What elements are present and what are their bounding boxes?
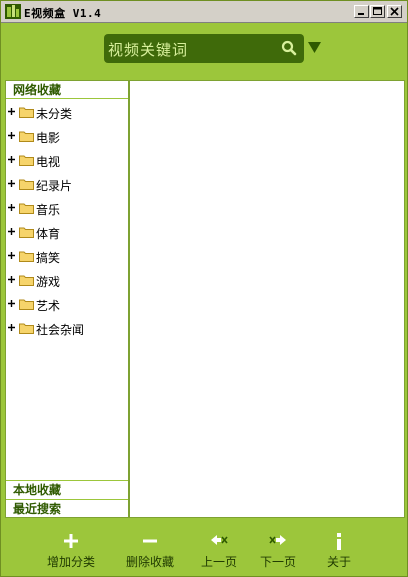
tree-item-uncategorized[interactable]: 未分类	[8, 103, 126, 121]
folder-icon	[19, 179, 34, 190]
expand-plus-icon[interactable]	[8, 324, 15, 331]
tree-item-label: 社会杂闻	[36, 323, 85, 337]
folder-icon	[19, 299, 34, 310]
add-category-button[interactable]: 增加分类	[41, 531, 101, 573]
delete-favorite-button[interactable]: 删除收藏	[120, 531, 180, 573]
arrow-left-icon	[211, 535, 228, 545]
delete-favorite-label: 删除收藏	[125, 555, 174, 569]
about-label: 关于	[326, 555, 351, 569]
folder-icon	[19, 107, 34, 118]
minimize-button[interactable]	[354, 5, 369, 18]
tree-item-art[interactable]: 艺术	[8, 295, 126, 313]
expand-plus-icon[interactable]	[8, 228, 15, 235]
search-dropdown-arrow-icon[interactable]	[308, 42, 321, 56]
prev-page-button[interactable]: 上一页	[196, 531, 242, 573]
folder-icon	[19, 131, 34, 142]
tree-item-tv[interactable]: 电视	[8, 151, 126, 169]
tab-local-favorites[interactable]: 本地收藏	[6, 480, 128, 498]
search-input[interactable]: 视频关键词	[104, 34, 304, 63]
video-list-pane[interactable]	[129, 80, 405, 518]
tree-item-sports[interactable]: 体育	[8, 223, 126, 241]
folder-icon	[19, 227, 34, 238]
tree-item-label: 艺术	[36, 299, 61, 313]
tree-item-games[interactable]: 游戏	[8, 271, 126, 289]
expand-plus-icon[interactable]	[8, 132, 15, 139]
about-button[interactable]: 关于	[321, 531, 357, 573]
tree-item-documentary[interactable]: 纪录片	[8, 175, 126, 193]
window-title: E视频盒 V1.4	[24, 7, 102, 20]
tab-network-favorites[interactable]: 网络收藏	[6, 81, 128, 99]
title-bar[interactable]: E视频盒 V1.4	[1, 1, 407, 23]
expand-plus-icon[interactable]	[8, 300, 15, 307]
maximize-icon	[373, 7, 382, 15]
tree-item-label: 纪录片	[36, 179, 73, 193]
minimize-icon	[358, 13, 364, 15]
tree-item-movies[interactable]: 电影	[8, 127, 126, 145]
tree-item-social-news[interactable]: 社会杂闻	[8, 319, 126, 337]
app-logo-icon	[5, 4, 21, 19]
maximize-button[interactable]	[370, 5, 385, 18]
next-page-label: 下一页	[259, 555, 296, 569]
plus-icon	[64, 534, 78, 548]
sidebar: 网络收藏 未分类 电影 电视 纪录片 音乐 体育 搞笑 游戏 艺术 社会杂闻 本…	[5, 80, 129, 518]
close-button[interactable]	[387, 5, 402, 18]
search-placeholder: 视频关键词	[108, 41, 189, 59]
expand-plus-icon[interactable]	[8, 204, 15, 211]
tree-item-label: 游戏	[36, 275, 61, 289]
folder-icon	[19, 275, 34, 286]
app-window: E视频盒 V1.4 视频关键词 网络收藏 未分类 电影 电视 纪录片 音乐 体育…	[0, 0, 408, 577]
tree-item-label: 电影	[36, 131, 61, 145]
tree-item-music[interactable]: 音乐	[8, 199, 126, 217]
expand-plus-icon[interactable]	[8, 252, 15, 259]
expand-plus-icon[interactable]	[8, 276, 15, 283]
expand-plus-icon[interactable]	[8, 156, 15, 163]
expand-plus-icon[interactable]	[8, 180, 15, 187]
minus-icon	[143, 539, 157, 543]
folder-icon	[19, 155, 34, 166]
arrow-right-icon	[269, 535, 286, 545]
add-category-label: 增加分类	[46, 555, 95, 569]
tree-item-comedy[interactable]: 搞笑	[8, 247, 126, 265]
tab-recent-searches[interactable]: 最近搜索	[6, 499, 128, 517]
prev-page-label: 上一页	[200, 555, 237, 569]
tree-item-label: 体育	[36, 227, 61, 241]
tree-item-label: 未分类	[36, 107, 73, 121]
close-icon	[390, 7, 399, 16]
tree-item-label: 电视	[36, 155, 61, 169]
folder-icon	[19, 251, 34, 262]
folder-icon	[19, 323, 34, 334]
expand-plus-icon[interactable]	[8, 108, 15, 115]
search-icon[interactable]	[281, 40, 297, 59]
next-page-button[interactable]: 下一页	[255, 531, 301, 573]
folder-icon	[19, 203, 34, 214]
tree-item-label: 音乐	[36, 203, 61, 217]
info-icon	[337, 533, 341, 550]
tree-item-label: 搞笑	[36, 251, 61, 265]
